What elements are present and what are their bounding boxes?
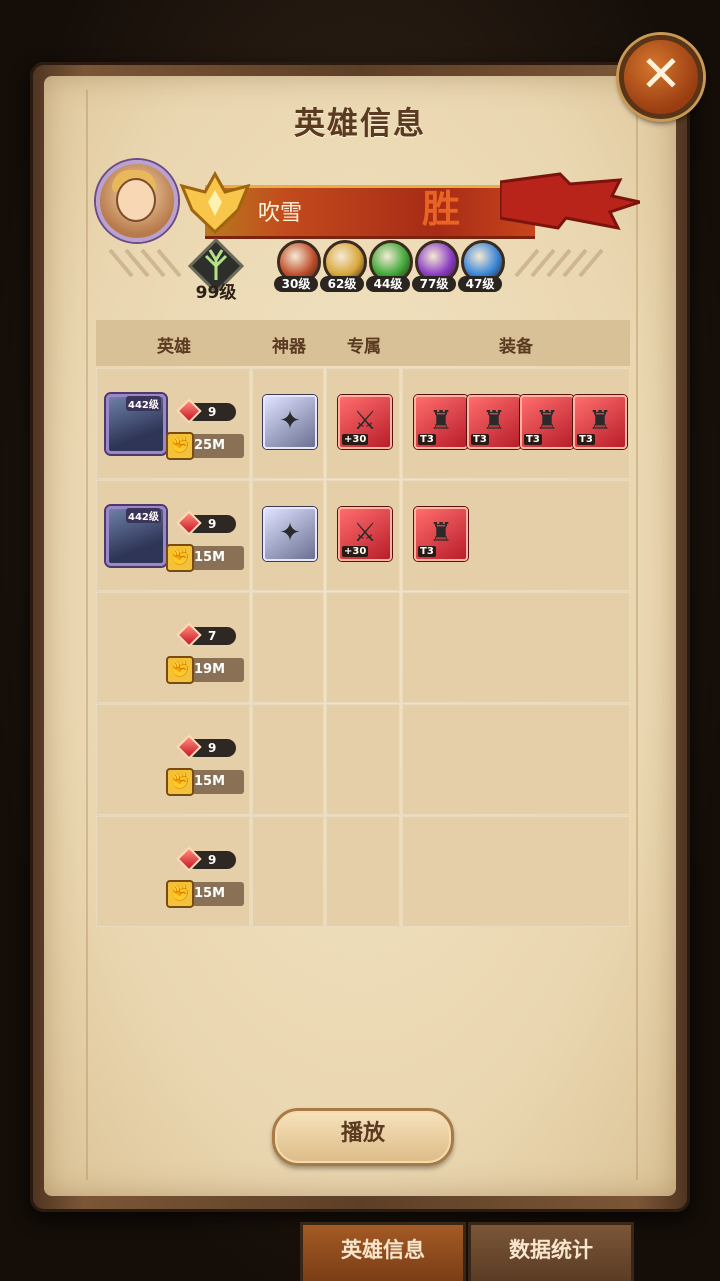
table-cell [326,704,400,815]
equipment-tier-tag: T3 [524,434,542,445]
faction-level-label: 44级 [366,276,410,292]
right-ornament-icon [514,248,604,278]
header-artifact: 神器 [272,337,306,357]
power-fist-icon: ✊ [166,768,194,796]
signature-level: 9 [208,853,217,867]
equipment-tier-tag: T3 [418,434,436,445]
avatar-face [116,178,156,222]
power-fist-icon: ✊ [166,656,194,684]
power-value: 15M [194,886,226,901]
table-cell [252,816,324,927]
victory-label: 胜 [422,187,461,231]
equipment-tier-tag: T3 [471,434,489,445]
hero-level-label: 442级 [126,508,161,523]
power-fist-icon: ✊ [166,432,194,460]
crown-emblem-icon [179,170,251,235]
red-artifact-icon[interactable]: ✦ [263,507,317,561]
table-cell [252,592,324,703]
header-exclusive: 专属 [347,337,381,357]
equipment-icon[interactable]: ♜ T3 [414,507,468,561]
elder-tree-level: 99级 [195,283,237,303]
left-ornament-icon [108,248,182,278]
power-fist-icon: ✊ [166,880,194,908]
play-button[interactable]: 播放 [272,1108,454,1166]
player-name: 吹雪 [258,201,303,226]
power-fist-icon: ✊ [166,544,194,572]
faction-level-label: 62级 [320,276,364,292]
play-button-label: 播放 [340,1121,385,1146]
table-cell [326,592,400,703]
hero-info-screen: 英雄信息 ✕ 吹雪 胜 99级 30级 62级 44级 77级 47级 英雄 神器 专属… [0,0,720,1281]
table-cell [402,592,630,703]
equipment-icon[interactable]: ♜ T3 [520,395,574,449]
page-title: 英雄信息 [294,106,426,142]
equipment-tier-tag: T3 [418,546,436,557]
power-value: 15M [194,550,226,565]
table-cell [96,816,250,927]
faction-level-label: 47级 [458,276,502,292]
header-equipment: 装备 [499,337,533,357]
signature-level: 9 [208,405,217,419]
power-value: 15M [194,774,226,789]
exclusive-weapon-icon[interactable]: ⚔ +30 [338,507,392,561]
close-button[interactable]: ✕ [619,35,703,119]
hero-table: 英雄 神器 专属 装备 442级 9 25M ✊ ✦ ⚔ +30 ♜ T3 ♜ T3 ♜ T3 ♜ T3 44… [96,320,630,927]
tab-hero-info-label: 英雄信息 [341,1238,425,1262]
equipment-icon[interactable]: ♜ T3 [414,395,468,449]
equipment-icon[interactable]: ♜ T3 [573,395,627,449]
silver-artifact-icon[interactable]: ✦ [263,395,317,449]
power-value: 19M [194,662,226,677]
equipment-tier-tag: T3 [577,434,595,445]
power-value: 25M [194,438,226,453]
exclusive-tag: +30 [342,546,369,557]
exclusive-weapon-icon[interactable]: ⚔ +30 [338,395,392,449]
banner-ribbon-icon [500,172,640,231]
signature-level: 7 [208,629,217,643]
faction-level-label: 30级 [274,276,318,292]
table-cell [96,704,250,815]
table-cell [252,704,324,815]
table-cell [402,704,630,815]
tab-hero-info[interactable]: 英雄信息 [300,1222,466,1281]
tab-statistics-label: 数据统计 [509,1238,593,1262]
table-cell [326,816,400,927]
close-icon: ✕ [640,45,682,103]
signature-level: 9 [208,517,217,531]
tab-statistics[interactable]: 数据统计 [468,1222,634,1281]
table-cell [96,592,250,703]
signature-level: 9 [208,741,217,755]
faction-level-label: 77级 [412,276,456,292]
exclusive-tag: +30 [342,434,369,445]
header-hero: 英雄 [157,337,191,357]
hero-level-label: 442级 [126,396,161,411]
equipment-icon[interactable]: ♜ T3 [467,395,521,449]
table-header: 英雄 神器 专属 装备 [96,320,630,366]
table-cell [402,816,630,927]
